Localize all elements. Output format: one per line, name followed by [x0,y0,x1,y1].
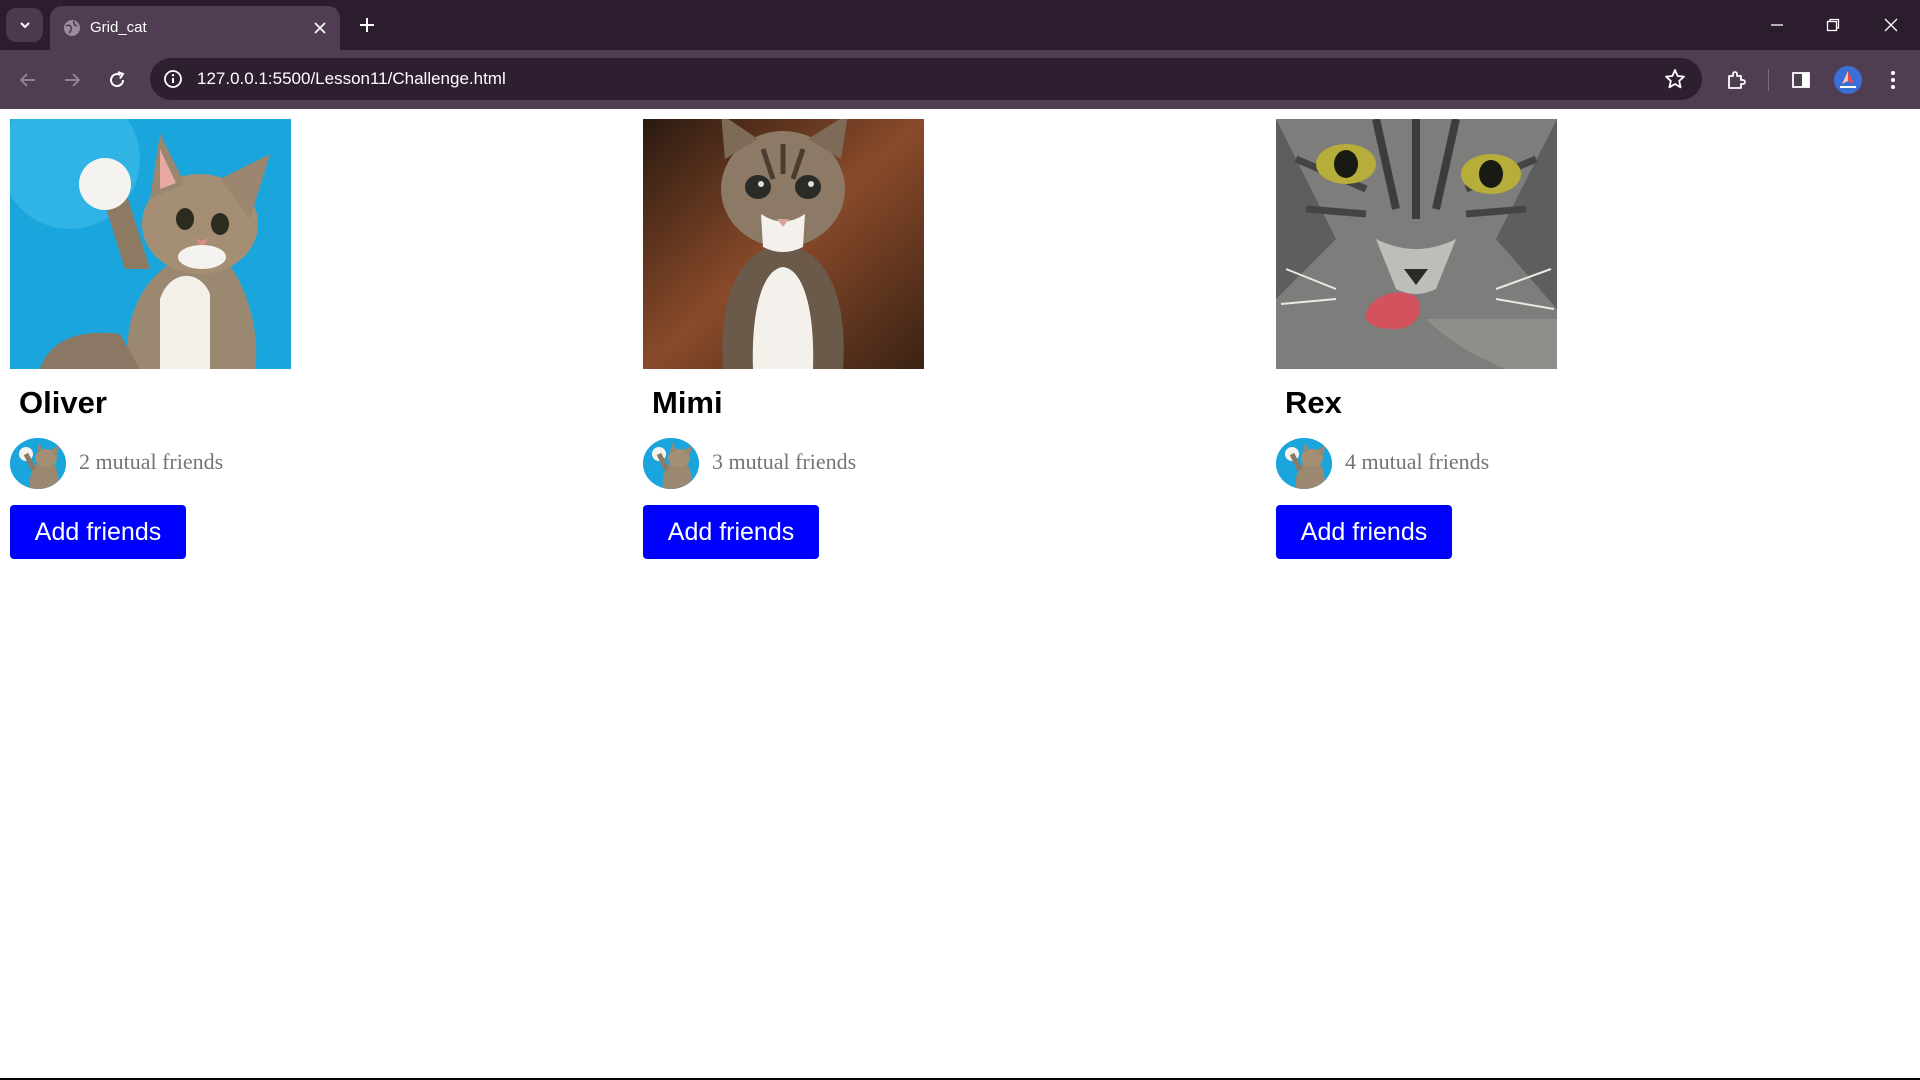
minimize-icon [1771,24,1783,26]
back-button[interactable] [12,64,44,96]
arrow-left-icon [19,73,35,87]
address-bar[interactable]: 127.0.0.1:5500/Lesson11/Challenge.html [150,58,1702,100]
cat-photo-rex [1276,119,1557,369]
cat-photo-mimi [643,119,924,369]
cat-card: Mimi 3 mutual friends Add friends [643,119,1276,579]
tab-strip: Grid_cat [0,0,1920,50]
site-info-button[interactable] [160,66,186,92]
extensions-button[interactable] [1719,63,1753,97]
cat-name: Mimi [652,385,723,420]
chevron-down-icon [19,22,30,29]
cat-name: Oliver [19,385,107,420]
reload-icon [110,71,125,88]
close-tab-button[interactable] [308,16,332,40]
close-icon [314,22,326,34]
avatar [643,438,699,489]
forward-button[interactable] [56,64,88,96]
restore-button[interactable] [1818,10,1848,40]
arrow-right-icon [65,73,81,87]
page-content: Oliver 2 mutual friends Add friends Mimi… [0,109,1920,1078]
tab-grid-cat[interactable]: Grid_cat [50,6,340,50]
new-tab-button[interactable] [352,10,382,40]
mutual-friends-text: 2 mutual friends [79,449,224,474]
bookmark-button[interactable] [1662,66,1688,92]
plus-icon [360,18,374,32]
add-friends-button[interactable]: Add friends [10,505,186,559]
mutual-friends-text: 3 mutual friends [712,449,857,474]
side-panel-button[interactable] [1784,63,1818,97]
mutual-friends-text: 4 mutual friends [1345,449,1490,474]
tab-search-button[interactable] [6,8,43,42]
close-icon [1884,18,1898,32]
toolbar-divider [1768,69,1769,91]
browser-menu-button[interactable] [1876,63,1910,97]
profile-icon [1840,71,1856,88]
add-friends-button[interactable]: Add friends [1276,505,1452,559]
tab-title: Grid_cat [90,19,147,36]
avatar[interactable] [1834,66,1862,94]
minimize-button[interactable] [1762,10,1792,40]
kebab-icon [1891,71,1895,89]
cat-card: Rex 4 mutual friends Add friends [1276,119,1909,579]
cat-card: Oliver 2 mutual friends Add friends [10,119,643,579]
avatar [10,438,66,489]
browser-toolbar: 127.0.0.1:5500/Lesson11/Challenge.html [0,50,1920,109]
cat-name: Rex [1285,385,1342,420]
reload-button[interactable] [101,64,133,96]
info-icon [164,70,182,88]
star-icon [1665,69,1685,89]
close-window-button[interactable] [1876,10,1906,40]
avatar [1276,438,1332,489]
side-panel-icon [1792,72,1810,88]
cat-grid: Oliver 2 mutual friends Add friends Mimi… [10,119,1910,579]
restore-icon [1826,18,1840,32]
add-friends-button[interactable]: Add friends [643,505,819,559]
globe-icon [64,20,80,36]
url-text[interactable]: 127.0.0.1:5500/Lesson11/Challenge.html [197,69,506,89]
cat-photo-oliver [10,119,291,369]
puzzle-icon [1728,71,1746,89]
